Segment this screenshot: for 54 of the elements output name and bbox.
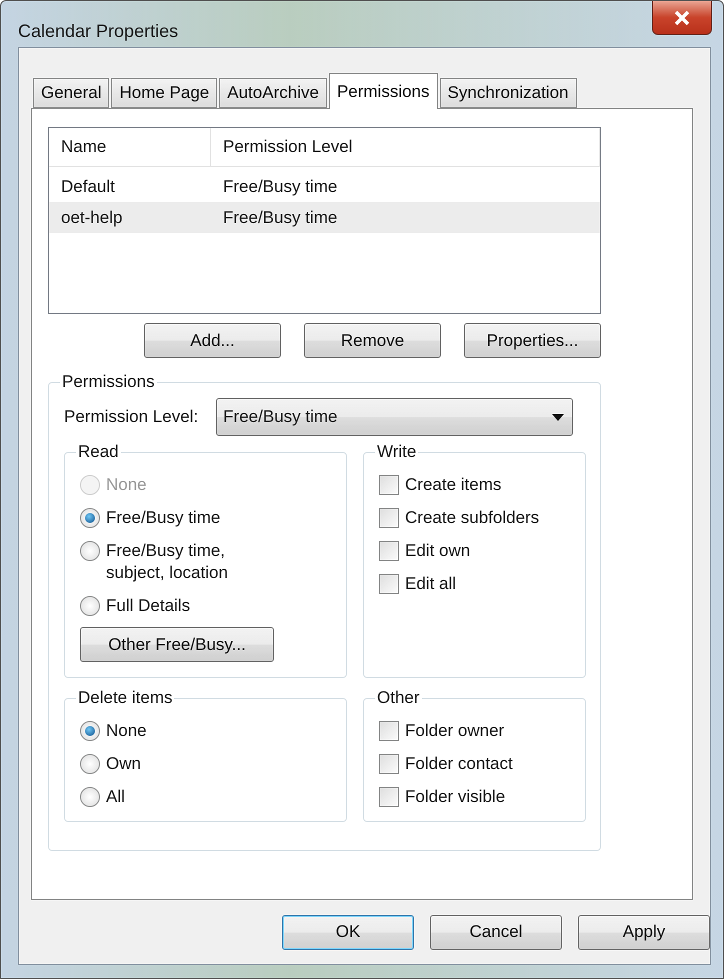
tab[interactable]: Synchronization: [440, 78, 576, 108]
tab[interactable]: AutoArchive: [219, 78, 327, 108]
list-row[interactable]: oet-help Free/Busy time: [49, 202, 600, 233]
close-button[interactable]: [652, 1, 712, 35]
list-button[interactable]: Properties...: [464, 323, 601, 358]
column-header[interactable]: Name: [49, 128, 211, 166]
list-button[interactable]: Remove: [304, 323, 441, 358]
dialog-button[interactable]: OK: [282, 914, 414, 950]
dialog-button[interactable]: Apply: [578, 914, 710, 950]
checkbox[interactable]: [379, 508, 399, 528]
option-label: Edit own: [405, 540, 472, 562]
group-title: Permissions: [61, 372, 156, 392]
group-title: Delete items: [77, 688, 174, 708]
tab[interactable]: General: [33, 78, 110, 108]
option-label: Create items: [405, 474, 502, 496]
column-header[interactable]: Permission Level: [211, 128, 600, 166]
option-label: Free/Busy time: [106, 507, 222, 529]
checkbox[interactable]: [379, 574, 399, 594]
checkbox[interactable]: [379, 541, 399, 561]
checkbox[interactable]: [379, 754, 399, 774]
permission-level-label: Permission Level:: [64, 407, 198, 427]
checkbox[interactable]: [379, 787, 399, 807]
option-label: Edit all: [405, 573, 458, 595]
other-free-busy-button[interactable]: Other Free/Busy...: [80, 627, 274, 662]
radio-button[interactable]: [80, 721, 100, 741]
window-title: Calendar Properties: [18, 21, 178, 42]
option-label: Free/Busy time, subject, location: [106, 540, 229, 584]
option-label: Own: [106, 753, 142, 775]
close-icon: [673, 10, 691, 26]
radio-button[interactable]: [80, 787, 100, 807]
option-label: Folder visible: [405, 786, 506, 808]
caret-icon: [552, 414, 564, 420]
permission-level-dropdown[interactable]: Free/Busy time: [216, 398, 574, 436]
group-title: Read: [77, 442, 120, 462]
list-button[interactable]: Add...: [144, 323, 281, 358]
list-row[interactable]: Default Free/Busy time: [49, 171, 600, 202]
option-label: Full Details: [106, 595, 192, 617]
radio-button[interactable]: [80, 596, 100, 616]
radio-button[interactable]: [80, 508, 100, 528]
option-label: Folder owner: [405, 720, 506, 742]
group-title: Write: [376, 442, 418, 462]
radio-button[interactable]: [80, 541, 100, 561]
dialog-button[interactable]: Cancel: [430, 914, 562, 950]
option-label: All: [106, 786, 126, 808]
option-label: None: [106, 720, 148, 742]
tab[interactable]: Permissions: [328, 73, 438, 109]
option-label: None: [106, 474, 148, 496]
checkbox[interactable]: [379, 721, 399, 741]
group-title: Other: [376, 688, 421, 708]
checkbox[interactable]: [379, 475, 399, 495]
option-label: Create subfolders: [405, 507, 540, 529]
tab[interactable]: Home Page: [111, 78, 218, 108]
option-label: Folder contact: [405, 753, 514, 775]
radio-button[interactable]: [80, 754, 100, 774]
